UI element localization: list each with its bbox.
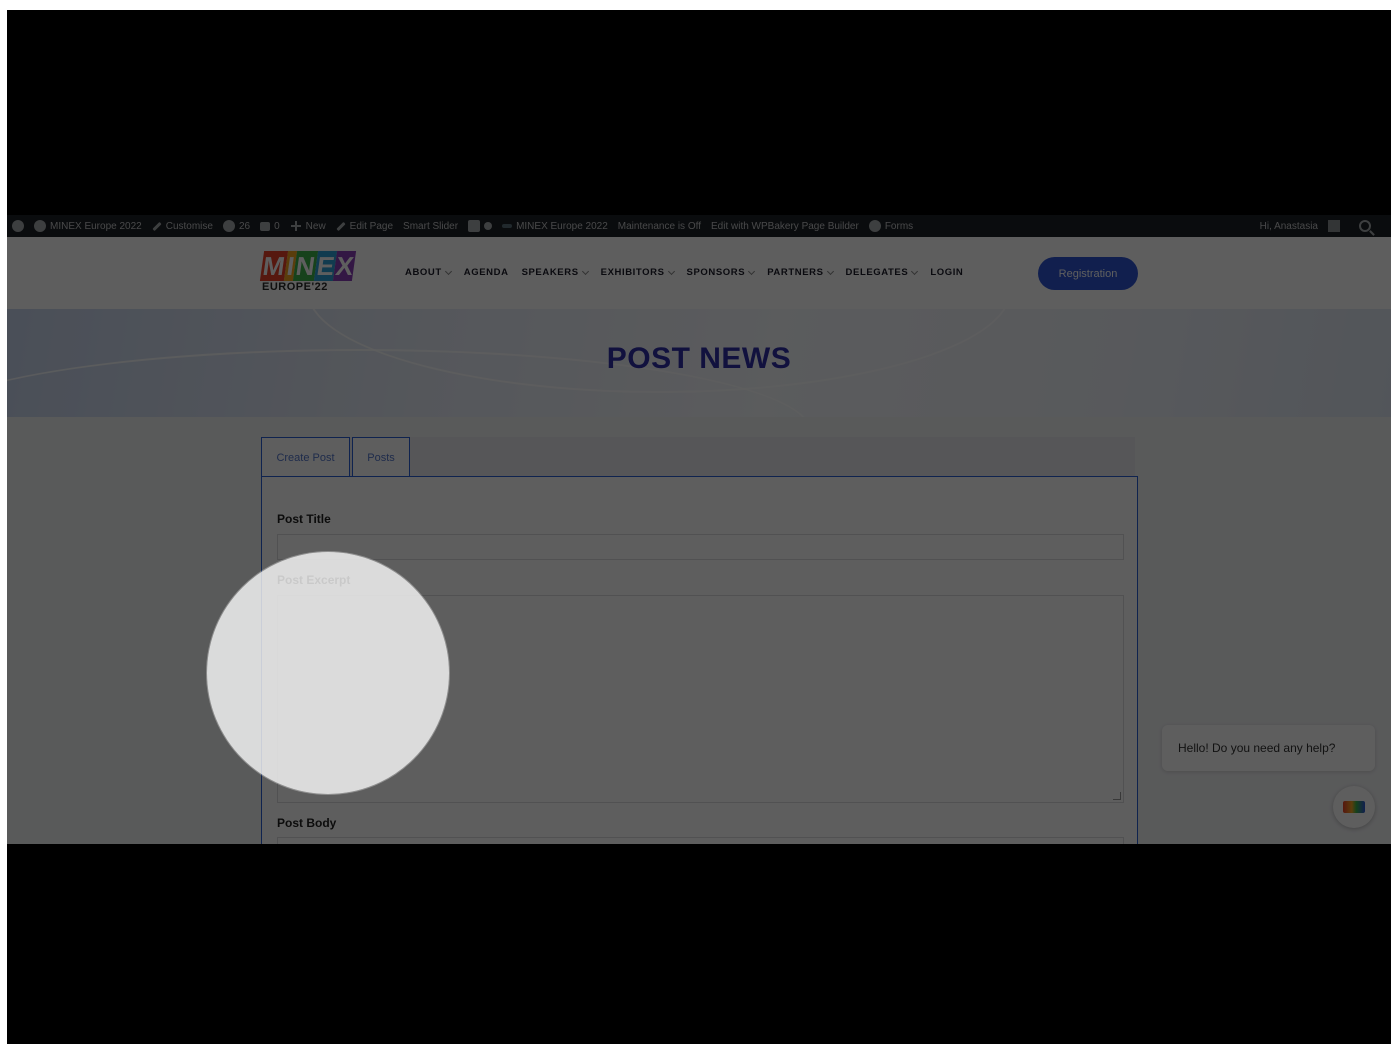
- browser-viewport: MINEX Europe 2022 Customise 26 0 New Edi…: [7, 215, 1391, 844]
- wpbakery-link[interactable]: Edit with WPBakery Page Builder: [706, 215, 864, 237]
- toggle-icon: [502, 224, 513, 228]
- site-logo[interactable]: M I N E X EUROPE'22: [259, 249, 357, 299]
- chat-launcher-button[interactable]: [1333, 786, 1375, 828]
- chat-logo-icon: [1343, 801, 1365, 813]
- refresh-icon: [222, 220, 235, 232]
- pencil-icon: [336, 221, 346, 231]
- avatar: [1328, 220, 1340, 232]
- seo-icon: [468, 220, 481, 232]
- chevron-down-icon: [748, 267, 756, 275]
- post-title-input[interactable]: [277, 534, 1124, 560]
- chevron-down-icon: [667, 267, 675, 275]
- account-menu[interactable]: Hi, Anastasia: [1255, 215, 1345, 237]
- chevron-down-icon: [444, 267, 452, 275]
- updates-link[interactable]: 26: [218, 215, 255, 237]
- nav-item-exhibitors[interactable]: EXHIBITORS: [601, 267, 687, 278]
- brush-icon: [152, 221, 162, 231]
- comment-icon: [260, 221, 271, 231]
- page-title: POST NEWS: [606, 342, 792, 375]
- nav-item-partners[interactable]: PARTNERS: [767, 267, 845, 278]
- nav-item-login[interactable]: LOGIN: [930, 267, 976, 278]
- seo-link[interactable]: [463, 215, 497, 237]
- dashboard-icon: [34, 220, 46, 232]
- chevron-down-icon: [911, 267, 919, 275]
- nav-item-delegates[interactable]: DELEGATES: [846, 267, 931, 278]
- nav-item-speakers[interactable]: SPEAKERS: [522, 267, 601, 278]
- nav-item-sponsors[interactable]: SPONSORS: [687, 267, 768, 278]
- new-content-link[interactable]: New: [285, 215, 331, 237]
- resize-handle-icon[interactable]: [1113, 792, 1121, 800]
- site-name-link-2[interactable]: MINEX Europe 2022: [497, 215, 613, 237]
- hero-banner: POST NEWS: [7, 309, 1391, 417]
- wordpress-icon: [12, 220, 24, 232]
- post-body-label: Post Body: [277, 816, 337, 830]
- chevron-down-icon: [581, 267, 589, 275]
- forms-icon: [868, 220, 881, 232]
- maintenance-link[interactable]: Maintenance is Off: [613, 215, 706, 237]
- post-excerpt-textarea[interactable]: [277, 595, 1124, 803]
- post-excerpt-label: Post Excerpt: [277, 573, 351, 587]
- status-dot-icon: [484, 222, 493, 230]
- search-icon[interactable]: [1359, 220, 1371, 232]
- registration-button[interactable]: Registration: [1038, 257, 1138, 290]
- wordpress-logo-button[interactable]: [7, 215, 29, 237]
- admin-bar: MINEX Europe 2022 Customise 26 0 New Edi…: [7, 215, 1391, 237]
- logo-subtitle: EUROPE'22: [262, 281, 328, 293]
- main-nav: ABOUT AGENDA SPEAKERS EXHIBITORS SPONSOR…: [405, 267, 976, 278]
- nav-item-agenda[interactable]: AGENDA: [464, 267, 522, 278]
- site-name-link[interactable]: MINEX Europe 2022: [29, 215, 147, 237]
- customise-link[interactable]: Customise: [147, 215, 218, 237]
- nav-item-about[interactable]: ABOUT: [405, 267, 464, 278]
- tab-create-post[interactable]: Create Post: [261, 437, 350, 477]
- chat-greeting-bubble[interactable]: Hello! Do you need any help?: [1162, 725, 1375, 771]
- comments-link[interactable]: 0: [255, 215, 285, 237]
- tab-posts[interactable]: Posts: [352, 437, 410, 477]
- plus-icon: [290, 220, 302, 232]
- forms-link[interactable]: Forms: [864, 215, 918, 237]
- edit-page-link[interactable]: Edit Page: [331, 215, 398, 237]
- chevron-down-icon: [826, 267, 834, 275]
- site-header: M I N E X EUROPE'22 ABOUT AGENDA SPEAKER…: [7, 237, 1391, 309]
- create-post-form: Post Title Post Excerpt Post Body: [261, 476, 1138, 844]
- logo-letter: X: [332, 251, 357, 281]
- post-body-editor[interactable]: [277, 837, 1124, 844]
- smart-slider-link[interactable]: Smart Slider: [398, 215, 463, 237]
- post-title-label: Post Title: [277, 512, 331, 526]
- logo-wordmark: M I N E X: [259, 249, 357, 281]
